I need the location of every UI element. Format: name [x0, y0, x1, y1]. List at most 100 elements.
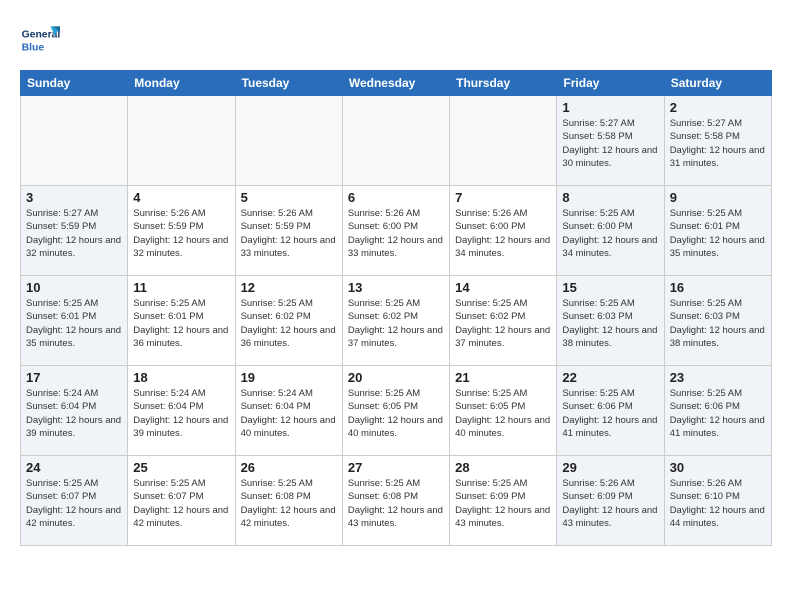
week-row-5: 24 Sunrise: 5:25 AM Sunset: 6:07 PM Dayli…	[21, 456, 772, 546]
calendar-cell	[21, 96, 128, 186]
day-number: 24	[26, 460, 122, 475]
week-row-2: 3 Sunrise: 5:27 AM Sunset: 5:59 PM Daylig…	[21, 186, 772, 276]
day-info: Sunrise: 5:25 AM Sunset: 6:07 PM Dayligh…	[26, 477, 122, 530]
day-number: 28	[455, 460, 551, 475]
calendar-cell: 24 Sunrise: 5:25 AM Sunset: 6:07 PM Dayli…	[21, 456, 128, 546]
day-info: Sunrise: 5:27 AM Sunset: 5:59 PM Dayligh…	[26, 207, 122, 260]
calendar-cell: 11 Sunrise: 5:25 AM Sunset: 6:01 PM Dayli…	[128, 276, 235, 366]
calendar-cell: 27 Sunrise: 5:25 AM Sunset: 6:08 PM Dayli…	[342, 456, 449, 546]
day-number: 8	[562, 190, 658, 205]
day-number: 19	[241, 370, 337, 385]
day-info: Sunrise: 5:25 AM Sunset: 6:06 PM Dayligh…	[670, 387, 766, 440]
day-number: 26	[241, 460, 337, 475]
day-number: 16	[670, 280, 766, 295]
calendar-cell: 13 Sunrise: 5:25 AM Sunset: 6:02 PM Dayli…	[342, 276, 449, 366]
logo: General Blue	[20, 20, 60, 60]
calendar-cell: 17 Sunrise: 5:24 AM Sunset: 6:04 PM Dayli…	[21, 366, 128, 456]
day-number: 27	[348, 460, 444, 475]
week-row-1: 1 Sunrise: 5:27 AM Sunset: 5:58 PM Daylig…	[21, 96, 772, 186]
calendar-cell: 5 Sunrise: 5:26 AM Sunset: 5:59 PM Daylig…	[235, 186, 342, 276]
day-number: 12	[241, 280, 337, 295]
day-info: Sunrise: 5:24 AM Sunset: 6:04 PM Dayligh…	[26, 387, 122, 440]
calendar-cell: 8 Sunrise: 5:25 AM Sunset: 6:00 PM Daylig…	[557, 186, 664, 276]
day-number: 20	[348, 370, 444, 385]
calendar-cell: 10 Sunrise: 5:25 AM Sunset: 6:01 PM Dayli…	[21, 276, 128, 366]
day-number: 14	[455, 280, 551, 295]
day-number: 10	[26, 280, 122, 295]
calendar-cell: 9 Sunrise: 5:25 AM Sunset: 6:01 PM Daylig…	[664, 186, 771, 276]
calendar-cell: 21Sunrise: 5:25 AM Sunset: 6:05 PM Dayli…	[450, 366, 557, 456]
day-info: Sunrise: 5:25 AM Sunset: 6:08 PM Dayligh…	[241, 477, 337, 530]
day-info: Sunrise: 5:25 AM Sunset: 6:02 PM Dayligh…	[455, 297, 551, 350]
day-number: 23	[670, 370, 766, 385]
day-info: Sunrise: 5:26 AM Sunset: 5:59 PM Dayligh…	[241, 207, 337, 260]
day-info: Sunrise: 5:25 AM Sunset: 6:02 PM Dayligh…	[348, 297, 444, 350]
day-number: 11	[133, 280, 229, 295]
day-number: 3	[26, 190, 122, 205]
calendar-cell: 3 Sunrise: 5:27 AM Sunset: 5:59 PM Daylig…	[21, 186, 128, 276]
calendar-cell: 16 Sunrise: 5:25 AM Sunset: 6:03 PM Dayli…	[664, 276, 771, 366]
calendar-cell: 29 Sunrise: 5:26 AM Sunset: 6:09 PM Dayli…	[557, 456, 664, 546]
day-info: Sunrise: 5:25 AM Sunset: 6:06 PM Dayligh…	[562, 387, 658, 440]
weekday-header-wednesday: Wednesday	[342, 71, 449, 96]
day-info: Sunrise: 5:25 AM Sunset: 6:03 PM Dayligh…	[562, 297, 658, 350]
day-number: 7	[455, 190, 551, 205]
calendar-cell: 4 Sunrise: 5:26 AM Sunset: 5:59 PM Daylig…	[128, 186, 235, 276]
calendar-cell: 6Sunrise: 5:26 AM Sunset: 6:00 PM Daylig…	[342, 186, 449, 276]
day-info: Sunrise: 5:26 AM Sunset: 6:10 PM Dayligh…	[670, 477, 766, 530]
day-number: 30	[670, 460, 766, 475]
day-info: Sunrise: 5:27 AM Sunset: 5:58 PM Dayligh…	[670, 117, 766, 170]
weekday-header-saturday: Saturday	[664, 71, 771, 96]
calendar-cell: 18 Sunrise: 5:24 AM Sunset: 6:04 PM Dayli…	[128, 366, 235, 456]
calendar-cell: 26 Sunrise: 5:25 AM Sunset: 6:08 PM Dayli…	[235, 456, 342, 546]
day-number: 2	[670, 100, 766, 115]
day-info: Sunrise: 5:25 AM Sunset: 6:01 PM Dayligh…	[133, 297, 229, 350]
day-info: Sunrise: 5:26 AM Sunset: 5:59 PM Dayligh…	[133, 207, 229, 260]
svg-text:Blue: Blue	[22, 42, 45, 53]
day-number: 29	[562, 460, 658, 475]
day-number: 4	[133, 190, 229, 205]
day-info: Sunrise: 5:25 AM Sunset: 6:07 PM Dayligh…	[133, 477, 229, 530]
day-info: Sunrise: 5:25 AM Sunset: 6:01 PM Dayligh…	[670, 207, 766, 260]
day-number: 5	[241, 190, 337, 205]
day-info: Sunrise: 5:25 AM Sunset: 6:01 PM Dayligh…	[26, 297, 122, 350]
day-info: Sunrise: 5:25 AM Sunset: 6:00 PM Dayligh…	[562, 207, 658, 260]
calendar-cell: 2 Sunrise: 5:27 AM Sunset: 5:58 PM Daylig…	[664, 96, 771, 186]
page-header: General Blue	[20, 20, 772, 60]
logo-icon: General Blue	[20, 20, 60, 60]
calendar-cell: 25 Sunrise: 5:25 AM Sunset: 6:07 PM Dayli…	[128, 456, 235, 546]
day-number: 9	[670, 190, 766, 205]
day-number: 25	[133, 460, 229, 475]
calendar-cell: 19 Sunrise: 5:24 AM Sunset: 6:04 PM Dayli…	[235, 366, 342, 456]
day-info: Sunrise: 5:25 AM Sunset: 6:03 PM Dayligh…	[670, 297, 766, 350]
calendar-table: SundayMondayTuesdayWednesdayThursdayFrid…	[20, 70, 772, 546]
day-info: Sunrise: 5:25 AM Sunset: 6:05 PM Dayligh…	[455, 387, 551, 440]
week-row-3: 10 Sunrise: 5:25 AM Sunset: 6:01 PM Dayli…	[21, 276, 772, 366]
calendar-cell	[235, 96, 342, 186]
calendar-cell: 22Sunrise: 5:25 AM Sunset: 6:06 PM Dayli…	[557, 366, 664, 456]
day-number: 15	[562, 280, 658, 295]
calendar-cell: 14 Sunrise: 5:25 AM Sunset: 6:02 PM Dayli…	[450, 276, 557, 366]
day-info: Sunrise: 5:26 AM Sunset: 6:00 PM Dayligh…	[455, 207, 551, 260]
day-info: Sunrise: 5:27 AM Sunset: 5:58 PM Dayligh…	[562, 117, 658, 170]
day-info: Sunrise: 5:25 AM Sunset: 6:08 PM Dayligh…	[348, 477, 444, 530]
calendar-cell	[450, 96, 557, 186]
weekday-header-monday: Monday	[128, 71, 235, 96]
weekday-header-row: SundayMondayTuesdayWednesdayThursdayFrid…	[21, 71, 772, 96]
day-info: Sunrise: 5:26 AM Sunset: 6:09 PM Dayligh…	[562, 477, 658, 530]
week-row-4: 17 Sunrise: 5:24 AM Sunset: 6:04 PM Dayli…	[21, 366, 772, 456]
day-number: 17	[26, 370, 122, 385]
calendar-cell: 7 Sunrise: 5:26 AM Sunset: 6:00 PM Daylig…	[450, 186, 557, 276]
calendar-cell: 28Sunrise: 5:25 AM Sunset: 6:09 PM Dayli…	[450, 456, 557, 546]
calendar-cell: 30 Sunrise: 5:26 AM Sunset: 6:10 PM Dayli…	[664, 456, 771, 546]
day-number: 13	[348, 280, 444, 295]
day-number: 1	[562, 100, 658, 115]
calendar-cell: 23 Sunrise: 5:25 AM Sunset: 6:06 PM Dayli…	[664, 366, 771, 456]
calendar-cell: 15 Sunrise: 5:25 AM Sunset: 6:03 PM Dayli…	[557, 276, 664, 366]
calendar-cell: 12Sunrise: 5:25 AM Sunset: 6:02 PM Dayli…	[235, 276, 342, 366]
calendar-cell: 20 Sunrise: 5:25 AM Sunset: 6:05 PM Dayli…	[342, 366, 449, 456]
day-number: 18	[133, 370, 229, 385]
day-info: Sunrise: 5:24 AM Sunset: 6:04 PM Dayligh…	[133, 387, 229, 440]
day-info: Sunrise: 5:25 AM Sunset: 6:05 PM Dayligh…	[348, 387, 444, 440]
day-info: Sunrise: 5:24 AM Sunset: 6:04 PM Dayligh…	[241, 387, 337, 440]
